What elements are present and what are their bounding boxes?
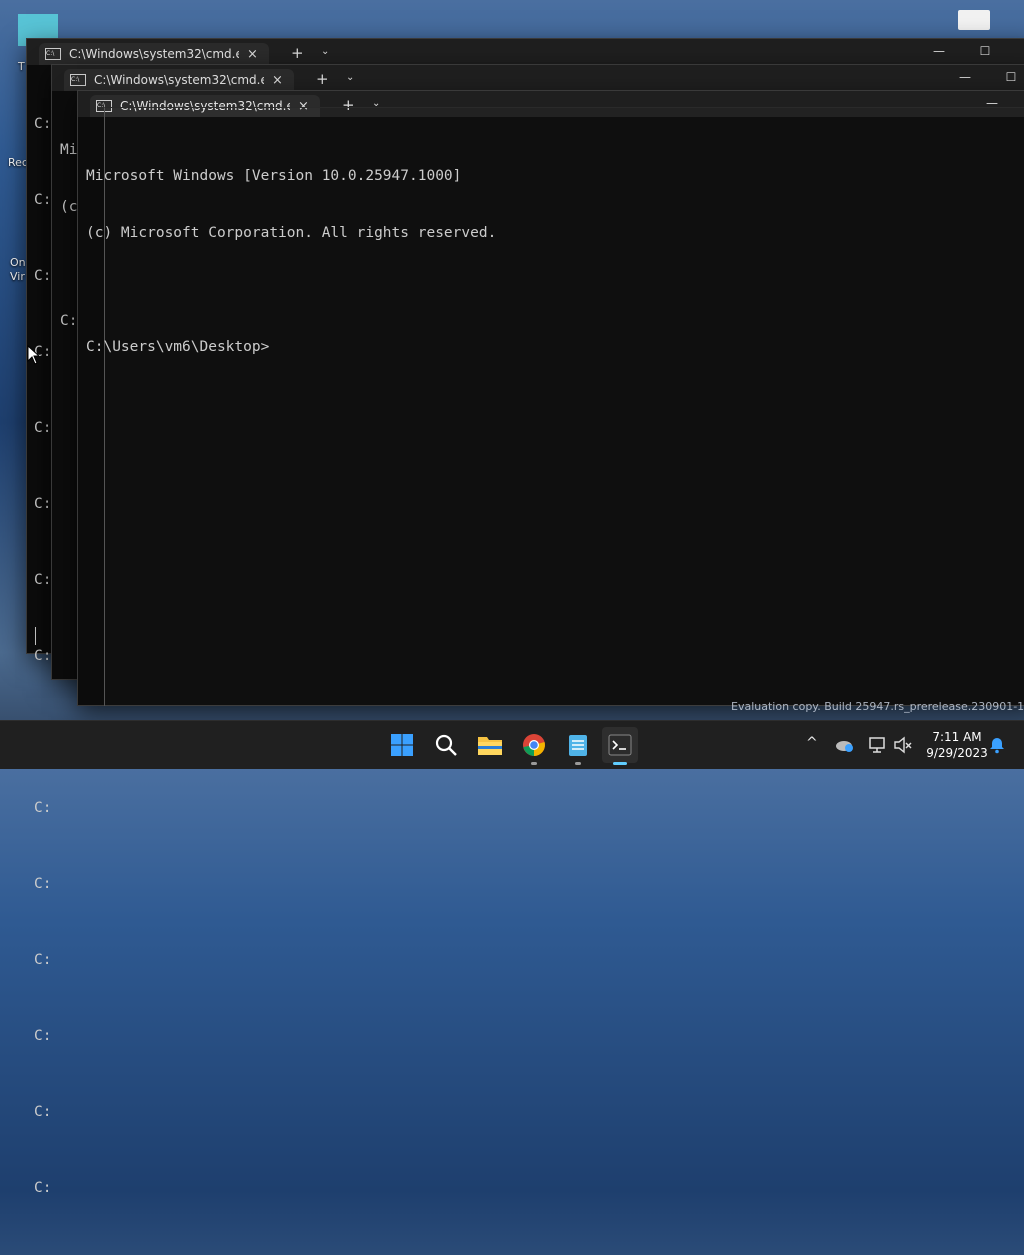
text-cursor [35,627,36,645]
console-line: C: [34,1180,52,1196]
close-tab-icon[interactable]: × [247,47,258,62]
start-button[interactable] [384,727,420,763]
console-line: Microsoft Windows [Version 10.0.25947.10… [86,168,462,184]
desktop-icon-label-1: T [18,60,25,73]
terminal-window-3[interactable]: C:\ C:\Windows\system32\cmd.e × + ⌄ — Mi… [77,90,1024,706]
chrome-button[interactable] [516,727,552,765]
tab-title: C:\Windows\system32\cmd.e [94,73,264,87]
chrome-icon [523,734,545,756]
console-line: C: [34,1104,52,1120]
tab-cmd[interactable]: C:\ C:\Windows\system32\cmd.e × [39,43,269,65]
active-indicator [613,762,627,765]
desktop-file-icon[interactable] [958,10,990,30]
titlebar[interactable]: C:\ C:\Windows\system32\cmd.e × + ⌄ — ☐ [52,65,1024,91]
notepad-button[interactable] [560,727,596,765]
network-icon[interactable] [868,736,888,754]
notification-bell-icon[interactable] [988,736,1006,754]
onedrive-icon[interactable] [835,737,855,753]
folder-icon [478,737,502,755]
tab-dropdown-button[interactable]: ⌄ [346,72,354,83]
minimize-button[interactable]: — [955,70,975,84]
console-line: C: [34,876,52,892]
new-tab-button[interactable]: + [316,70,329,88]
console-line: C: [34,952,52,968]
terminal-button[interactable] [602,727,638,765]
evaluation-watermark: Evaluation copy. Build 25947.rs_prerelea… [731,700,1024,713]
console-line: (c) Microsoft Corporation. All rights re… [86,225,497,241]
search-button[interactable] [428,727,464,763]
volume-muted-icon[interactable] [893,736,913,754]
search-icon [435,734,457,756]
maximize-button[interactable]: ☐ [1001,70,1021,84]
running-indicator [531,762,537,765]
desktop-icon-label-2: Rec [8,156,28,169]
taskbar: ^ 7:11 AM 9/29/2023 [0,720,1024,769]
running-indicator [575,762,581,765]
cmd-icon: C:\ [45,48,61,60]
mouse-pointer-icon [27,345,39,365]
console-output[interactable]: Microsoft Windows [Version 10.0.25947.10… [86,129,496,395]
maximize-button[interactable]: ☐ [975,44,995,58]
tab-dropdown-button[interactable]: ⌄ [321,46,329,57]
terminal-icon [608,734,632,756]
console-line: C: [34,800,52,816]
new-tab-button[interactable]: + [291,44,304,62]
tab-cmd[interactable]: C:\ C:\Windows\system32\cmd.e × [64,69,294,91]
cmd-icon: C:\ [70,74,86,86]
tab-title: C:\Windows\system32\cmd.e [69,47,239,61]
minimize-button[interactable]: — [929,44,949,58]
desktop-icon-label-3: On Vir [10,256,26,283]
console-line: C: [34,1028,52,1044]
console-line: C:\Users\vm6\Desktop> [86,339,270,355]
titlebar[interactable]: C:\ C:\Windows\system32\cmd.e × + ⌄ — ☐ [27,39,1024,65]
close-tab-icon[interactable]: × [272,73,283,88]
notepad-icon [569,735,587,756]
show-hidden-icons-button[interactable]: ^ [806,735,818,751]
windows-logo-icon [391,734,413,756]
file-explorer-button[interactable] [472,727,508,763]
